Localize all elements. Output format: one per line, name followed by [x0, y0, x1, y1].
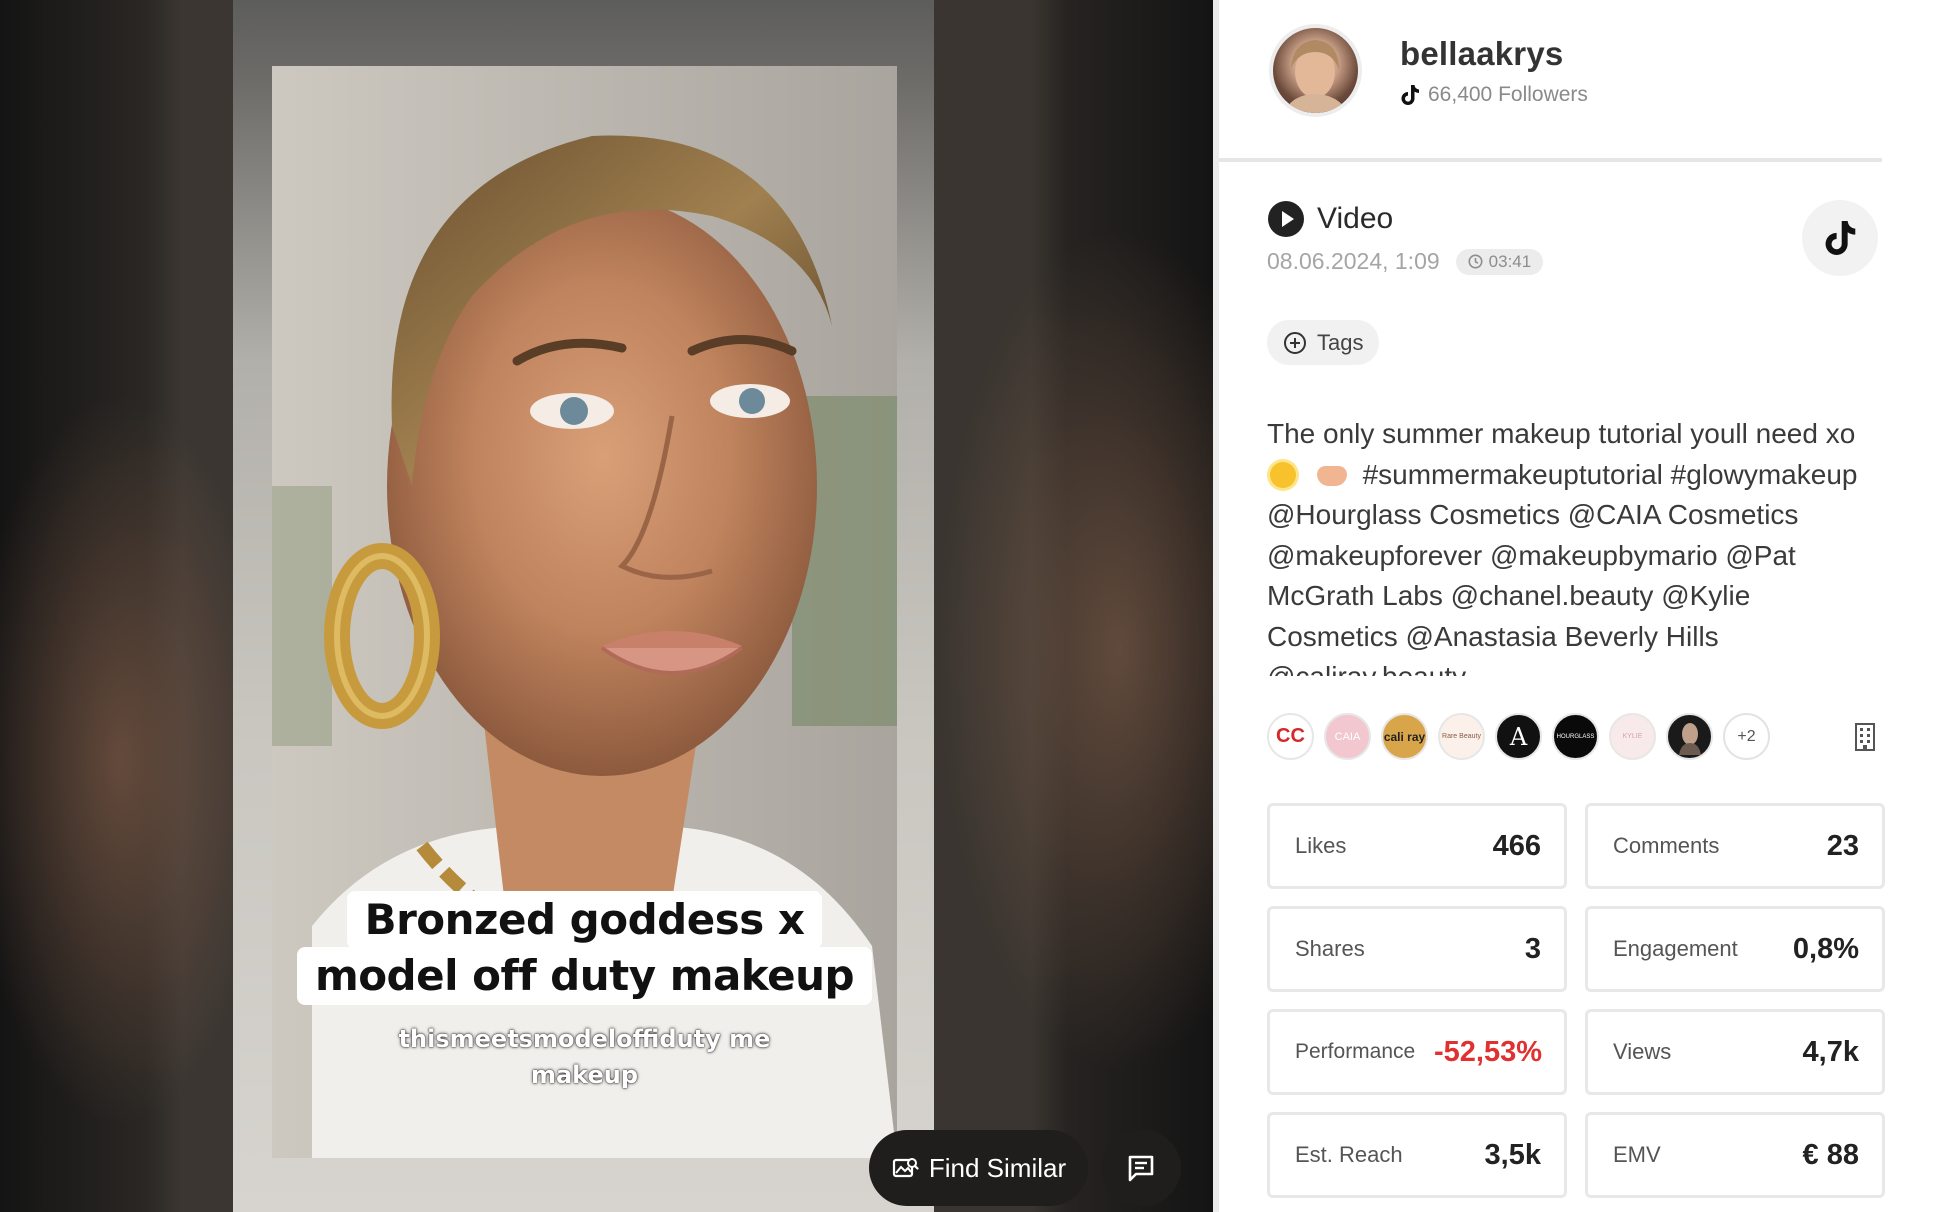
followers-count: 66,400 Followers: [1428, 82, 1588, 106]
find-similar-label: Find Similar: [928, 1152, 1067, 1183]
media-viewer: Bronzed goddess x model off duty makeup …: [0, 0, 1213, 1212]
stat-label: Likes: [1295, 833, 1347, 858]
stat-emv: EMV € 88: [1585, 1112, 1885, 1198]
portrait-icon: [1678, 722, 1701, 755]
post-type: Video: [1317, 202, 1394, 235]
brand-mentions: CC CAIA cali ray Rare Beauty A HOURGLASS…: [1267, 713, 1770, 760]
post-header: Video 08.06.2024, 1:09 03:41: [1267, 200, 1544, 275]
more-brands-button[interactable]: +2: [1723, 713, 1770, 760]
open-tiktok-button[interactable]: [1802, 200, 1878, 276]
tags-label: Tags: [1317, 329, 1364, 355]
stats-grid: Likes 466 Comments 23 Shares 3 Engagemen…: [1267, 803, 1885, 1198]
duration-value: 03:41: [1488, 251, 1532, 271]
brand-logo-chanel[interactable]: CC: [1267, 713, 1314, 760]
heart-hands-emoji-icon: [1316, 465, 1347, 486]
stat-likes: Likes 466: [1267, 803, 1567, 889]
stat-label: Shares: [1295, 936, 1365, 961]
sun-emoji-icon: [1270, 461, 1296, 488]
stat-value: 466: [1492, 829, 1541, 862]
brand-logo-caia[interactable]: CAIA: [1324, 713, 1371, 760]
stat-value: 3: [1524, 932, 1541, 965]
brand-logo-rare-beauty[interactable]: Rare Beauty: [1438, 713, 1485, 760]
stat-performance: Performance -52,53%: [1267, 1009, 1567, 1095]
subtitle-line-2: makeup: [530, 1061, 639, 1089]
subtitle-line-1: thismeetsmodeloffiduty me: [398, 1025, 771, 1053]
username[interactable]: bellaakrys: [1400, 35, 1588, 73]
tiktok-icon: [1401, 84, 1419, 105]
stat-value: 3,5k: [1484, 1138, 1541, 1171]
stat-est-reach: Est. Reach 3,5k: [1267, 1112, 1567, 1198]
stat-value: € 88: [1802, 1138, 1859, 1171]
video-card: Bronzed goddess x model off duty makeup …: [233, 0, 934, 1212]
post-detail-panel: bellaakrys 66,400 Followers Video 08.06.…: [1213, 0, 1948, 1212]
company-building-icon[interactable]: [1854, 722, 1876, 757]
caption-line-2: model off duty makeup: [296, 947, 873, 1005]
stat-label: Engagement: [1613, 936, 1738, 961]
stat-comments: Comments 23: [1585, 803, 1885, 889]
stat-label: Est. Reach: [1295, 1142, 1403, 1167]
plus-circle-icon: [1284, 331, 1306, 354]
avatar-image: [1283, 40, 1349, 113]
stat-value: 23: [1826, 829, 1859, 862]
tiktok-icon: [1825, 221, 1856, 255]
clock-icon: [1468, 254, 1483, 269]
section-divider: [1219, 158, 1882, 162]
creator-profile[interactable]: bellaakrys 66,400 Followers: [1269, 24, 1588, 117]
brand-logo-caliray[interactable]: cali ray: [1381, 713, 1428, 760]
brand-logo-kylie[interactable]: KYLIE: [1609, 713, 1656, 760]
duration-badge: 03:41: [1455, 248, 1544, 275]
caption-line-1: Bronzed goddess x: [346, 891, 823, 949]
stat-views: Views 4,7k: [1585, 1009, 1885, 1095]
video-subtitle: thismeetsmodeloffiduty me makeup: [272, 1021, 897, 1093]
post-date: 08.06.2024, 1:09: [1267, 248, 1440, 274]
add-tags-button[interactable]: Tags: [1267, 320, 1380, 365]
description-text-2: #summermakeuptutorial #glowymakeup @Hour…: [1267, 458, 1858, 677]
brand-logo-hourglass[interactable]: HOURGLASS: [1552, 713, 1599, 760]
brand-logo-pat-mcgrath[interactable]: [1666, 713, 1713, 760]
play-circle-icon: [1268, 201, 1304, 237]
stat-label: Views: [1613, 1039, 1672, 1064]
find-similar-button[interactable]: Find Similar: [869, 1130, 1088, 1206]
comment-icon: [1128, 1155, 1154, 1182]
stat-label: Performance: [1295, 1040, 1416, 1063]
stat-label: Comments: [1613, 833, 1720, 858]
stat-value: -52,53%: [1433, 1035, 1542, 1068]
stat-value: 0,8%: [1792, 932, 1859, 965]
comment-button[interactable]: [1101, 1130, 1181, 1206]
stat-engagement: Engagement 0,8%: [1585, 906, 1885, 992]
stat-value: 4,7k: [1802, 1035, 1859, 1068]
followers-row: 66,400 Followers: [1400, 83, 1588, 107]
image-search-icon: [892, 1158, 919, 1178]
stat-shares: Shares 3: [1267, 906, 1567, 992]
description-text-1: The only summer makeup tutorial youll ne…: [1267, 418, 1856, 449]
stat-label: EMV: [1613, 1142, 1661, 1167]
brand-logo-anastasia[interactable]: A: [1495, 713, 1542, 760]
video-caption-overlay: Bronzed goddess x model off duty makeup: [272, 891, 897, 1005]
avatar[interactable]: [1269, 24, 1362, 117]
video-player[interactable]: Bronzed goddess x model off duty makeup …: [272, 66, 897, 1158]
post-description: The only summer makeup tutorial youll ne…: [1267, 414, 1887, 676]
